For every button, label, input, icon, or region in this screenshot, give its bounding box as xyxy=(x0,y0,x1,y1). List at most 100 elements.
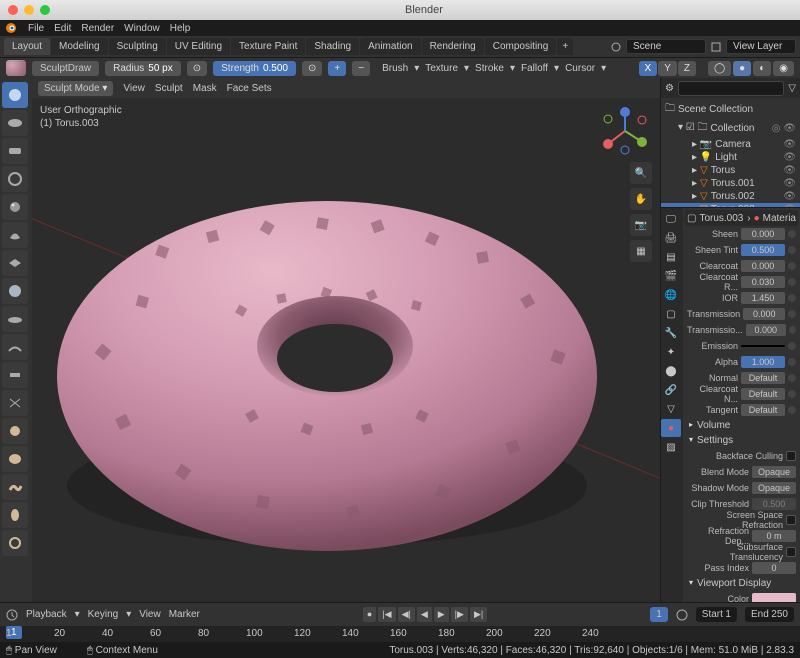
menu-file[interactable]: File xyxy=(28,23,44,34)
viewlayer-input[interactable] xyxy=(726,39,796,54)
scene-input[interactable] xyxy=(626,39,706,54)
play-rev-icon[interactable]: ◀ xyxy=(417,607,432,622)
jump-nextkey-icon[interactable]: |▶ xyxy=(451,607,468,622)
falloff-drop[interactable]: Falloff xyxy=(521,63,548,74)
texture-drop[interactable]: Texture xyxy=(425,63,458,74)
timeline-icon[interactable] xyxy=(6,609,18,621)
ptab-render[interactable]: 🖵 xyxy=(661,210,681,228)
ptab-object[interactable]: ▢ xyxy=(661,305,681,323)
zoom-icon[interactable]: 🔍 xyxy=(630,162,652,184)
ptab-scene[interactable]: 🎬 xyxy=(661,267,681,285)
shading-rendered[interactable]: ◉ xyxy=(773,61,794,76)
prop-clearcoatn[interactable]: Clearcoat N...Default xyxy=(685,386,798,402)
tl-playback[interactable]: Playback xyxy=(26,609,67,620)
tool-pinch[interactable] xyxy=(2,390,28,416)
tab-add[interactable]: + xyxy=(557,38,573,55)
tab-modeling[interactable]: Modeling xyxy=(51,38,108,55)
maximize-icon[interactable] xyxy=(40,5,50,15)
shading-solid[interactable]: ● xyxy=(733,61,751,76)
outliner-filter-icon[interactable]: ⚙ xyxy=(665,83,674,94)
tab-texture[interactable]: Texture Paint xyxy=(231,38,305,55)
tab-compositing[interactable]: Compositing xyxy=(485,38,557,55)
strength-field[interactable]: Strength0.500 xyxy=(213,61,296,76)
tool-draw[interactable] xyxy=(2,82,28,108)
setting-shadowmode[interactable]: Shadow ModeOpaque xyxy=(685,480,798,496)
menu-mask[interactable]: Mask xyxy=(193,83,217,94)
tool-elastic[interactable] xyxy=(2,446,28,472)
jump-end-icon[interactable]: ▶| xyxy=(470,607,487,622)
section-vdisplay[interactable]: Viewport Display xyxy=(685,576,798,591)
perspective-icon[interactable]: ▦ xyxy=(630,240,652,262)
brush-preview[interactable] xyxy=(6,60,26,76)
camera-icon[interactable]: 📷 xyxy=(630,214,652,236)
prop-sheen[interactable]: Sheen0.000 xyxy=(685,226,798,242)
tool-clay[interactable] xyxy=(2,110,28,136)
tab-rendering[interactable]: Rendering xyxy=(422,38,484,55)
tool-grab[interactable] xyxy=(2,418,28,444)
menu-render[interactable]: Render xyxy=(81,23,114,34)
setting-passindex[interactable]: Pass Index0 xyxy=(685,560,798,576)
ptab-particle[interactable]: ✦ xyxy=(661,343,681,361)
tool-scrape[interactable] xyxy=(2,362,28,388)
pan-icon[interactable]: ✋ xyxy=(630,188,652,210)
prop-sheentint[interactable]: Sheen Tint0.500 xyxy=(685,242,798,258)
menu-edit[interactable]: Edit xyxy=(54,23,71,34)
strength-pressure[interactable]: ⊙ xyxy=(302,61,322,76)
radius-field[interactable]: Radius50 px xyxy=(105,61,181,76)
menu-view[interactable]: View xyxy=(123,83,145,94)
jump-prevkey-icon[interactable]: ◀| xyxy=(398,607,415,622)
ptab-material[interactable]: ● xyxy=(661,419,681,437)
viewport-3d[interactable]: Sculpt Mode ▾ View Sculpt Mask Face Sets… xyxy=(32,78,660,602)
tab-sculpting[interactable]: Sculpting xyxy=(109,38,166,55)
tl-keying[interactable]: Keying xyxy=(88,609,119,620)
tree-scene[interactable]: 🗀 Scene Collection xyxy=(661,100,800,119)
tab-shading[interactable]: Shading xyxy=(306,38,359,55)
tool-inflate[interactable] xyxy=(2,194,28,220)
menu-sculpt[interactable]: Sculpt xyxy=(155,83,183,94)
setting-subsurfacetranslucency[interactable]: Subsurface Translucency xyxy=(685,544,798,560)
tool-snake[interactable] xyxy=(2,474,28,500)
direction-sub[interactable]: − xyxy=(352,61,370,76)
ptab-output[interactable]: 🖨 xyxy=(661,229,681,247)
tool-fill[interactable] xyxy=(2,334,28,360)
section-settings[interactable]: Settings xyxy=(685,433,798,448)
prop-transmissio[interactable]: Transmissio...0.000 xyxy=(685,322,798,338)
setting-blendmode[interactable]: Blend ModeOpaque xyxy=(685,464,798,480)
radius-pressure[interactable]: ⊙ xyxy=(187,61,207,76)
tool-smooth[interactable] xyxy=(2,278,28,304)
ptab-viewlayer[interactable]: ▤ xyxy=(661,248,681,266)
tool-layer[interactable] xyxy=(2,166,28,192)
tool-flatten[interactable] xyxy=(2,306,28,332)
tool-blob[interactable] xyxy=(2,222,28,248)
prop-clearcoatr[interactable]: Clearcoat R...0.030 xyxy=(685,274,798,290)
ptab-texture[interactable]: ▨ xyxy=(661,438,681,456)
mirror-z[interactable]: Z xyxy=(678,61,696,76)
tl-view[interactable]: View xyxy=(139,609,161,620)
ptab-world[interactable]: 🌐 xyxy=(661,286,681,304)
tab-layout[interactable]: Layout xyxy=(4,38,50,55)
menu-help[interactable]: Help xyxy=(170,23,191,34)
jump-start-icon[interactable]: |◀ xyxy=(378,607,395,622)
mirror-y[interactable]: Y xyxy=(658,61,677,76)
tab-animation[interactable]: Animation xyxy=(360,38,420,55)
tab-uv[interactable]: UV Editing xyxy=(167,38,230,55)
tool-claystrips[interactable] xyxy=(2,138,28,164)
outliner-search[interactable] xyxy=(678,81,784,96)
frame-end[interactable]: End 250 xyxy=(745,607,794,622)
play-icon[interactable]: ▶ xyxy=(434,607,449,622)
frame-current[interactable]: 1 xyxy=(650,607,668,622)
menu-window[interactable]: Window xyxy=(124,23,160,34)
tree-camera[interactable]: ▸ 📷 Camera👁 xyxy=(661,138,800,151)
filter-icon[interactable]: ▽ xyxy=(788,83,796,94)
prop-ior[interactable]: IOR1.450 xyxy=(685,290,798,306)
tree-torus[interactable]: ▸ ▽ Torus👁 xyxy=(661,164,800,177)
shading-wire[interactable]: ◯ xyxy=(708,61,731,76)
stroke-drop[interactable]: Stroke xyxy=(475,63,504,74)
minimize-icon[interactable] xyxy=(24,5,34,15)
mode-selector[interactable]: Sculpt Mode ▾ xyxy=(38,81,113,96)
brush-drop[interactable]: Brush xyxy=(382,63,408,74)
setting-backfaceculling[interactable]: Backface Culling xyxy=(685,448,798,464)
clock-icon[interactable] xyxy=(676,609,688,621)
tree-light[interactable]: ▸ 💡 Light👁 xyxy=(661,151,800,164)
prop-alpha[interactable]: Alpha1.000 xyxy=(685,354,798,370)
